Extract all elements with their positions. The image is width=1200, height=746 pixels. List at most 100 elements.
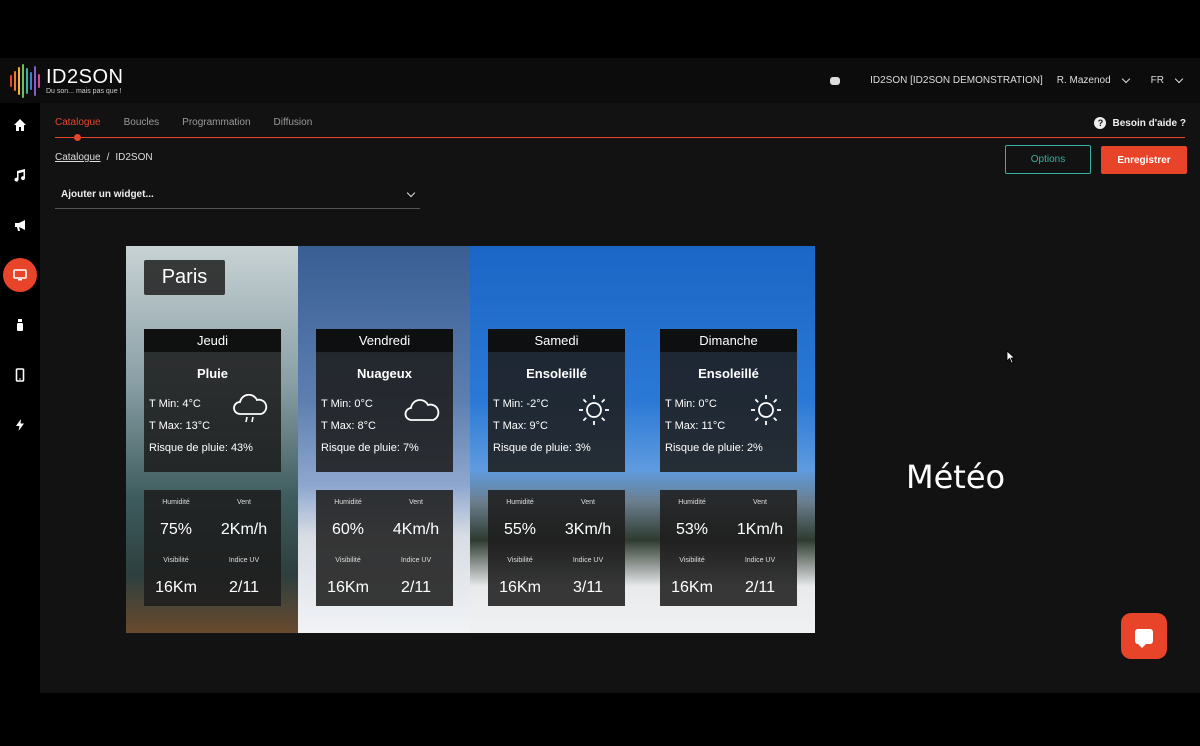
uv-value: 2/11: [745, 579, 775, 596]
monitor-icon: [13, 269, 27, 281]
rain-cloud-icon: [233, 394, 268, 423]
uv-value: 2/11: [401, 579, 431, 596]
header-right: ID2SON [ID2SON DEMONSTRATION] R. Mazenod…: [830, 74, 1190, 86]
day-details-card: Humidité Vent 53% 1Km/h Visibilité Indic…: [660, 490, 797, 606]
day-forecast-card: Samedi Ensoleillé T Min: -2°C T Max: 9°C…: [488, 329, 625, 472]
uv-value: 2/11: [229, 579, 259, 596]
megaphone-icon: [15, 220, 25, 231]
sidebar-item-announcements[interactable]: [0, 207, 40, 243]
save-button[interactable]: Enregistrer: [1101, 146, 1187, 174]
sidebar: [0, 103, 40, 693]
language-select[interactable]: FR: [1151, 75, 1164, 86]
sidebar-item-screens[interactable]: [0, 257, 40, 293]
wind-value: 4Km/h: [392, 521, 440, 538]
mouse-cursor-icon: [1006, 350, 1016, 364]
brand-name: ID2SON: [46, 66, 124, 88]
main-panel: Catalogue Boucles Programmation Diffusio…: [40, 103, 1200, 693]
condition-label: Ensoleillé: [698, 366, 759, 381]
chat-support-button[interactable]: [1121, 613, 1167, 659]
humidity-value: 55%: [503, 521, 537, 538]
day-forecast-card: Vendredi Nuageux T Min: 0°C T Max: 8°C R…: [316, 329, 453, 472]
wind-label: Vent: [408, 499, 423, 506]
add-widget-select-value: Ajouter un widget...: [61, 189, 154, 200]
condition-label: Pluie: [196, 366, 229, 381]
uv-label: Indice UV: [744, 557, 776, 564]
help-label: Besoin d'aide ?: [1112, 117, 1186, 129]
tab-diffusion[interactable]: Diffusion: [274, 117, 313, 128]
language-chevron-down-icon[interactable]: [1174, 74, 1184, 84]
day-forecast-card: Jeudi Pluie T Min: 4°C T Max: 13°C Risqu…: [144, 329, 281, 472]
sun-icon: [751, 395, 781, 425]
temp-max: T Max: 8°C: [321, 420, 376, 432]
sidebar-item-mobile[interactable]: [0, 357, 40, 393]
day-name: Vendredi: [316, 329, 453, 352]
day-details-card: Humidité Vent 60% 4Km/h Visibilité Indic…: [316, 490, 453, 606]
wind-value: 3Km/h: [564, 521, 612, 538]
user-menu[interactable]: R. Mazenod: [1057, 75, 1111, 86]
wind-label: Vent: [580, 499, 595, 506]
user-chevron-down-icon[interactable]: [1121, 74, 1130, 84]
humidity-value: 75%: [159, 521, 193, 538]
condition-label: Ensoleillé: [526, 366, 587, 381]
humidity-value: 60%: [331, 521, 365, 538]
wind-value: 1Km/h: [736, 521, 784, 538]
tab-programmation[interactable]: Programmation: [182, 117, 250, 128]
rain-chance: Risque de pluie: 3%: [493, 442, 591, 454]
city-label: Paris: [144, 260, 225, 295]
day-name: Samedi: [488, 329, 625, 352]
temp-max: T Max: 11°C: [665, 420, 726, 432]
wind-label: Vent: [236, 499, 251, 506]
wind-label: Vent: [752, 499, 767, 506]
uv-label: Indice UV: [572, 557, 604, 564]
tab-catalogue[interactable]: Catalogue: [55, 117, 101, 128]
cloud-icon: [404, 399, 440, 421]
weather-widget-preview: Paris Jeudi Pluie T Min: 4°C T Max: 13°C…: [126, 246, 815, 633]
tab-bar: Catalogue Boucles Programmation Diffusio…: [55, 117, 312, 128]
spray-bottle-icon: [17, 319, 23, 331]
wind-value: 2Km/h: [220, 521, 268, 538]
humidity-label: Humidité: [506, 499, 534, 506]
account-name[interactable]: ID2SON [ID2SON DEMONSTRATION]: [870, 75, 1043, 86]
humidity-value: 53%: [675, 521, 709, 538]
sidebar-item-home[interactable]: [0, 107, 40, 143]
help-link[interactable]: ? Besoin d'aide ?: [1094, 117, 1186, 129]
chat-icon: [1135, 628, 1153, 648]
visibility-label: Visibilité: [679, 557, 705, 564]
sidebar-item-energy[interactable]: [0, 407, 40, 443]
breadcrumb-root-link[interactable]: Catalogue: [55, 152, 101, 163]
humidity-label: Humidité: [162, 499, 190, 506]
day-details-card: Humidité Vent 55% 3Km/h Visibilité Indic…: [488, 490, 625, 606]
day-details-card: Humidité Vent 75% 2Km/h Visibilité Indic…: [144, 490, 281, 606]
humidity-label: Humidité: [678, 499, 706, 506]
options-button[interactable]: Options: [1005, 145, 1091, 174]
visibility-label: Visibilité: [507, 557, 533, 564]
tab-boucles[interactable]: Boucles: [124, 117, 160, 128]
logo[interactable]: ID2SON Du son... mais pas que !: [10, 64, 123, 98]
help-icon: ?: [1094, 117, 1107, 129]
breadcrumb-separator: /: [106, 152, 110, 163]
visibility-value: 16Km: [327, 579, 369, 596]
sun-icon: [579, 395, 609, 425]
breadcrumb: Catalogue / ID2SON: [55, 152, 153, 163]
widget-title: Météo: [906, 458, 1006, 496]
sidebar-item-music[interactable]: [0, 157, 40, 193]
visibility-value: 16Km: [671, 579, 713, 596]
day-name: Dimanche: [660, 329, 797, 352]
humidity-label: Humidité: [334, 499, 362, 506]
breadcrumb-current: ID2SON: [115, 152, 153, 163]
logo-equalizer-icon: [10, 64, 40, 98]
rain-chance: Risque de pluie: 2%: [665, 442, 763, 454]
lightning-icon: [16, 419, 24, 431]
add-widget-select[interactable]: Ajouter un widget...: [55, 181, 420, 209]
temp-min: T Min: 4°C: [149, 398, 201, 410]
temp-max: T Max: 9°C: [493, 420, 548, 432]
rain-chance: Risque de pluie: 43%: [149, 442, 253, 454]
temp-min: T Min: 0°C: [321, 398, 373, 410]
visibility-label: Visibilité: [163, 557, 189, 564]
brand-tagline: Du son... mais pas que !: [46, 88, 122, 95]
temp-min: T Min: -2°C: [493, 398, 549, 410]
active-tab-indicator: [74, 134, 81, 141]
phone-icon: [15, 368, 25, 382]
sidebar-item-scent[interactable]: [0, 307, 40, 343]
chat-icon[interactable]: [830, 76, 841, 85]
